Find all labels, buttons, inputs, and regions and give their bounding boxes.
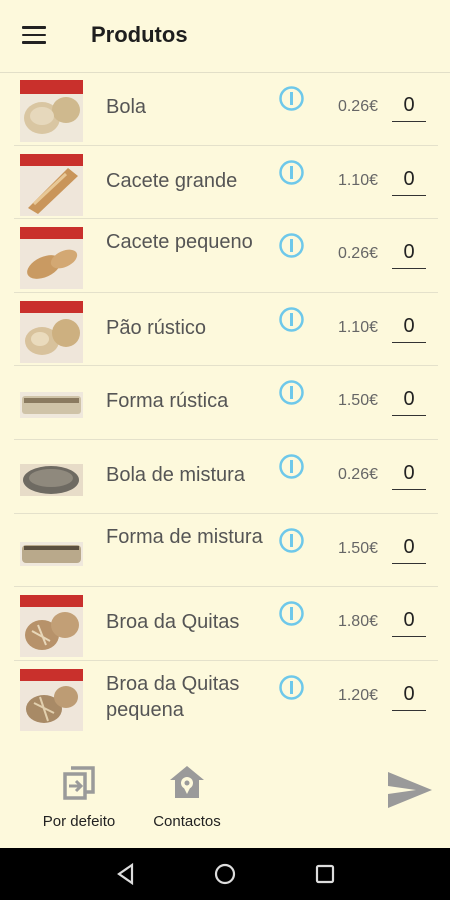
product-row: Forma rústica 1.50€ — [14, 366, 438, 440]
app-bar: Produtos — [0, 0, 450, 73]
product-thumbnail — [20, 522, 83, 584]
bottom-action-bar: Por defeito Contactos — [0, 752, 450, 848]
quantity-input[interactable] — [392, 388, 426, 417]
product-thumbnail — [20, 80, 83, 142]
product-list[interactable]: Bola 0.26€ Cacete grande 1.10€ — [0, 72, 450, 733]
product-thumbnail — [20, 595, 83, 658]
hamburger-menu-icon[interactable] — [22, 26, 46, 46]
product-thumbnail — [20, 227, 83, 290]
info-icon[interactable] — [279, 527, 304, 553]
info-icon[interactable] — [279, 675, 304, 700]
quantity-input[interactable] — [392, 241, 426, 270]
product-row: Broa da Quitas 1.80€ — [14, 587, 438, 661]
product-name: Forma de mistura — [106, 525, 263, 548]
info-icon[interactable] — [279, 454, 304, 479]
product-name: Forma rústica — [106, 390, 229, 413]
product-price: 1.50€ — [337, 392, 378, 410]
product-name: Broa da Quitas pequena — [106, 672, 240, 721]
default-label: Por defeito — [42, 813, 116, 830]
default-button[interactable]: Por defeito — [34, 762, 124, 830]
product-name: Cacete grande — [106, 169, 238, 192]
product-price: 0.26€ — [337, 465, 378, 483]
product-thumbnail — [20, 153, 83, 216]
info-icon[interactable] — [279, 380, 304, 406]
product-thumbnail — [20, 374, 83, 436]
system-navigation-bar — [0, 848, 450, 900]
info-icon[interactable] — [279, 159, 304, 185]
product-row: Bola de mistura 0.26€ — [14, 440, 438, 514]
product-name: Pão rústico — [106, 316, 207, 339]
quantity-input[interactable] — [392, 682, 426, 711]
product-price: 1.50€ — [337, 539, 378, 557]
home-location-icon — [170, 766, 204, 798]
send-icon — [388, 772, 432, 808]
product-name: Cacete pequeno — [106, 231, 253, 254]
product-row: Broa da Quitas pequena 1.20€ — [14, 661, 438, 734]
product-price: 1.10€ — [337, 318, 378, 336]
product-row: Pão rústico 1.10€ — [14, 293, 438, 367]
product-name: Bola de mistura — [106, 463, 245, 486]
page-title: Produtos — [91, 22, 188, 47]
swap-box-icon — [63, 766, 95, 800]
home-icon[interactable] — [213, 862, 237, 886]
info-icon[interactable] — [279, 307, 304, 332]
product-thumbnail — [20, 668, 83, 731]
quantity-input[interactable] — [392, 535, 426, 564]
product-name: Broa da Quitas — [106, 611, 240, 634]
back-icon[interactable] — [114, 862, 138, 886]
product-price: 1.10€ — [337, 171, 378, 189]
product-name: Bola — [106, 96, 147, 118]
product-thumbnail — [20, 300, 83, 363]
info-icon[interactable] — [279, 86, 304, 111]
product-row: Cacete grande 1.10€ — [14, 146, 438, 220]
quantity-input[interactable] — [392, 461, 426, 490]
product-row: Cacete pequeno 0.26€ — [14, 219, 438, 293]
product-row: Forma de mistura 1.50€ — [14, 514, 438, 588]
contacts-button[interactable]: Contactos — [146, 762, 228, 830]
info-icon[interactable] — [279, 233, 304, 258]
send-button[interactable] — [386, 770, 434, 810]
quantity-input[interactable] — [392, 167, 426, 196]
product-price: 0.26€ — [337, 98, 378, 115]
product-price: 1.20€ — [337, 686, 378, 704]
quantity-input[interactable] — [392, 94, 426, 122]
recents-icon[interactable] — [313, 862, 337, 886]
quantity-input[interactable] — [392, 609, 426, 638]
product-thumbnail — [20, 448, 83, 510]
product-price: 0.26€ — [337, 245, 378, 263]
product-price: 1.80€ — [337, 613, 378, 631]
contacts-label: Contactos — [153, 813, 221, 830]
info-icon[interactable] — [279, 601, 304, 626]
product-row: Bola 0.26€ — [14, 72, 438, 146]
quantity-input[interactable] — [392, 314, 426, 343]
